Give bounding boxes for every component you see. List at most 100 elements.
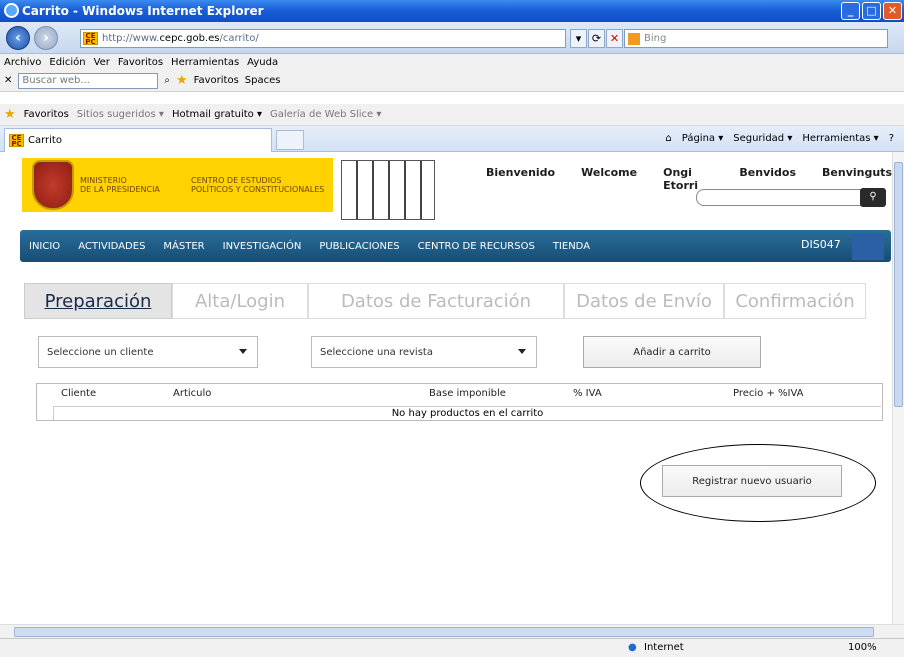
revista-select-value: Seleccione una revista [320, 346, 433, 358]
command-bar: ⌂ Página ▾ Seguridad ▾ Herramientas ▾ ? [665, 133, 894, 144]
menu-bar: Archivo Edición Ver Favoritos Herramient… [0, 54, 904, 70]
lang-en[interactable]: Welcome [581, 166, 637, 192]
nav-recursos[interactable]: CENTRO DE RECURSOS [409, 241, 544, 252]
zone-label: Internet [644, 642, 684, 653]
bing-search-field[interactable]: Bing [624, 29, 888, 48]
step-preparacion[interactable]: Preparación [24, 283, 172, 319]
nav-inicio[interactable]: INICIO [20, 241, 69, 252]
url-prefix: http://www. [102, 33, 160, 44]
url-path: /carrito/ [219, 33, 259, 44]
cart-table: Cliente Articulo Base imponible % IVA Pr… [36, 383, 883, 421]
col-precio: Precio + %IVA [733, 388, 804, 399]
status-bar: ● Internet 100% [0, 638, 904, 657]
ie-icon [4, 3, 19, 18]
menu-ayuda[interactable]: Ayuda [247, 57, 278, 68]
site-search-input[interactable] [696, 189, 884, 206]
col-base: Base imponible [429, 388, 506, 399]
refresh-icon[interactable]: ⟳ [588, 29, 605, 48]
menu-edicion[interactable]: Edición [49, 57, 85, 68]
cmd-seguridad[interactable]: Seguridad ▾ [733, 133, 792, 144]
menu-archivo[interactable]: Archivo [4, 57, 41, 68]
home-icon[interactable]: ⌂ [665, 133, 671, 144]
empty-cart-message: No hay productos en el carrito [53, 406, 881, 420]
tab-carrito[interactable]: CE PC Carrito [4, 128, 272, 152]
search-icon[interactable]: ⚲ [860, 188, 886, 207]
chevron-down-icon [239, 349, 247, 354]
cepc-favicon: CE PC [83, 32, 98, 46]
back-icon[interactable]: ‹ [6, 26, 30, 50]
close-button[interactable]: ✕ [883, 2, 902, 20]
hotmail-link[interactable]: Hotmail gratuito ▾ [172, 109, 262, 120]
tab-label: Carrito [28, 135, 62, 146]
ministerio-logo[interactable]: MINISTERIO DE LA PRESIDENCIA [22, 158, 194, 212]
cmd-herramientas[interactable]: Herramientas ▾ [802, 133, 878, 144]
bing-placeholder: Bing [644, 33, 667, 44]
address-field[interactable]: CE PC http://www. cepc.gob.es/carrito/ [80, 29, 566, 48]
cepc-text: CENTRO DE ESTUDIOS POLÍTICOS Y CONSTITUC… [191, 176, 325, 194]
favorites-star-icon: ★ [176, 73, 188, 88]
toolbar-spaces[interactable]: Spaces [245, 75, 281, 86]
nav-investigacion[interactable]: INVESTIGACIÓN [214, 241, 311, 252]
step-facturacion[interactable]: Datos de Facturación [308, 283, 564, 319]
cepc-logo[interactable]: CENTRO DE ESTUDIOS POLÍTICOS Y CONSTITUC… [183, 158, 333, 212]
help-icon[interactable]: ? [889, 133, 894, 144]
toolbar-favoritos[interactable]: Favoritos [194, 75, 239, 86]
nav-master[interactable]: MÁSTER [154, 241, 213, 252]
checkout-steps: Preparación Alta/Login Datos de Facturac… [24, 283, 866, 319]
step-alta-login[interactable]: Alta/Login [172, 283, 308, 319]
coat-of-arms-icon [32, 160, 74, 210]
search-icon[interactable]: ⌕ [164, 75, 170, 86]
suggested-sites-link[interactable]: Sitios sugeridos ▾ [77, 109, 164, 120]
col-cliente: Cliente [61, 388, 97, 399]
scroll-thumb-h[interactable] [14, 627, 874, 637]
site-header: MINISTERIO DE LA PRESIDENCIA CENTRO DE E… [8, 152, 892, 222]
page-viewport: MINISTERIO DE LA PRESIDENCIA CENTRO DE E… [8, 152, 892, 624]
lang-es[interactable]: Bienvenido [486, 166, 555, 192]
horizontal-scrollbar[interactable] [0, 624, 904, 638]
scroll-thumb[interactable] [894, 162, 903, 407]
web-search-input[interactable]: Buscar web... [18, 72, 159, 89]
favorites-bar: ★ Favoritos Sitios sugeridos ▾ Hotmail g… [0, 104, 904, 126]
favorites-button[interactable]: Favoritos [24, 109, 69, 120]
new-tab-button[interactable] [276, 130, 304, 150]
nav-publicaciones[interactable]: PUBLICACIONES [310, 241, 408, 252]
web-slice-link[interactable]: Galería de Web Slice ▾ [270, 109, 381, 120]
col-articulo: Articulo [173, 388, 212, 399]
close-toolbar-icon[interactable]: ✕ [4, 75, 12, 86]
window-title: Carrito - Windows Internet Explorer [22, 4, 264, 18]
tab-row: CE PC Carrito ⌂ Página ▾ Seguridad ▾ Herr… [0, 126, 904, 152]
menu-favoritos[interactable]: Favoritos [118, 57, 163, 68]
nav-actividades[interactable]: ACTIVIDADES [69, 241, 154, 252]
chevron-down-icon [518, 349, 526, 354]
ministerio-text: MINISTERIO DE LA PRESIDENCIA [80, 176, 160, 194]
cmd-pagina[interactable]: Página ▾ [682, 133, 724, 144]
cliente-select[interactable]: Seleccione un cliente [38, 336, 258, 368]
address-toolbar: ‹ › CE PC http://www. cepc.gob.es/carrito/… [0, 22, 904, 54]
table-header: Cliente Articulo Base imponible % IVA Pr… [37, 384, 882, 404]
globe-icon: ● [628, 642, 637, 653]
favorites-icon: ★ [4, 107, 16, 122]
stop-icon[interactable]: ✕ [606, 29, 623, 48]
url-domain: cepc.gob.es [159, 33, 220, 44]
cart-icon[interactable] [852, 234, 884, 260]
menu-ver[interactable]: Ver [94, 57, 110, 68]
revista-select[interactable]: Seleccione una revista [311, 336, 537, 368]
main-nav: INICIO ACTIVIDADES MÁSTER INVESTIGACIÓN … [20, 230, 891, 262]
highlight-ellipse [640, 444, 876, 522]
forward-icon[interactable]: › [34, 26, 58, 50]
add-to-cart-button[interactable]: Añadir a carrito [583, 336, 761, 368]
zoom-level[interactable]: 100% [848, 642, 877, 653]
window-title-bar: Carrito - Windows Internet Explorer _ □ … [0, 0, 904, 22]
cliente-select-value: Seleccione un cliente [47, 346, 154, 358]
step-confirmacion[interactable]: Confirmación [724, 283, 866, 319]
user-name[interactable]: DIS047 [792, 238, 850, 251]
col-iva: % IVA [573, 388, 602, 399]
vertical-scrollbar[interactable] [892, 152, 904, 624]
menu-herramientas[interactable]: Herramientas [171, 57, 239, 68]
tab-favicon: CE PC [9, 134, 24, 148]
compat-view-icon[interactable]: ▾ [570, 29, 587, 48]
step-envio[interactable]: Datos de Envío [564, 283, 724, 319]
minimize-button[interactable]: _ [841, 2, 860, 20]
nav-tienda[interactable]: TIENDA [544, 241, 599, 252]
maximize-button[interactable]: □ [862, 2, 881, 20]
